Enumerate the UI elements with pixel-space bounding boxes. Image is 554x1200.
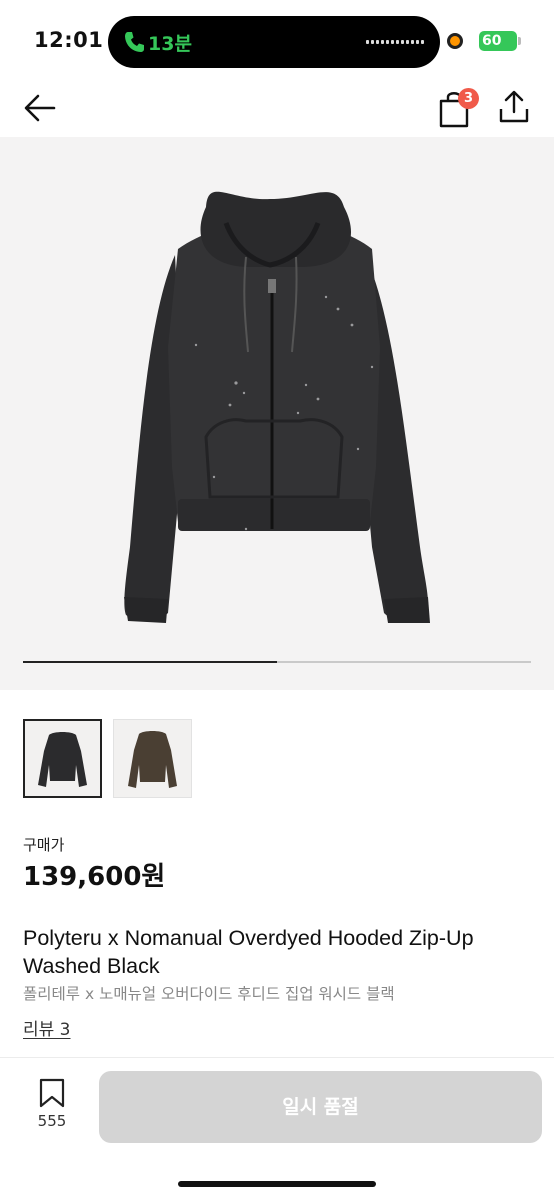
thumbnail-black-image — [38, 732, 87, 787]
wishlist-count: 555 — [37, 1112, 67, 1130]
battery-icon: 60 — [479, 31, 517, 51]
recording-indicator-icon — [447, 33, 463, 49]
product-image-carousel[interactable] — [0, 137, 554, 690]
status-bar: 12:01 13분 60 — [0, 0, 554, 80]
divider — [0, 1057, 554, 1058]
product-title-english: Polyteru x Nomanual Overdyed Hooded Zip-… — [23, 926, 474, 978]
dynamic-island-call[interactable]: 13분 — [108, 16, 440, 68]
carousel-progress — [23, 661, 531, 663]
battery-level: 60 — [482, 33, 502, 49]
phone-icon — [125, 32, 144, 52]
audio-wave-icon — [366, 40, 424, 44]
thumbnail-brown[interactable] — [113, 719, 192, 798]
sold-out-button[interactable]: 일시 품절 — [99, 1071, 542, 1143]
bookmark-icon — [39, 1078, 65, 1108]
price-value: 139,600원 — [23, 862, 166, 892]
home-indicator[interactable] — [178, 1181, 376, 1187]
top-nav: 3 — [0, 80, 554, 136]
thumbnail-black[interactable] — [23, 719, 102, 798]
status-time: 12:01 — [34, 28, 104, 52]
cart-count-badge: 3 — [458, 88, 479, 109]
call-duration: 13분 — [148, 33, 192, 55]
product-title-korean: 폴리테루 x 노매뉴얼 오버다이드 후디드 집업 워시드 블랙 — [23, 985, 395, 1003]
price-label: 구매가 — [23, 836, 65, 854]
wishlist-button[interactable]: 555 — [30, 1078, 74, 1134]
share-icon[interactable] — [498, 90, 530, 124]
thumbnail-brown-image — [128, 731, 177, 788]
reviews-link[interactable]: 리뷰 3 — [23, 1015, 71, 1040]
hoodie-image — [124, 191, 430, 623]
back-arrow-icon[interactable] — [22, 90, 58, 126]
carousel-progress-fill — [23, 661, 277, 663]
battery-nub — [518, 37, 521, 45]
